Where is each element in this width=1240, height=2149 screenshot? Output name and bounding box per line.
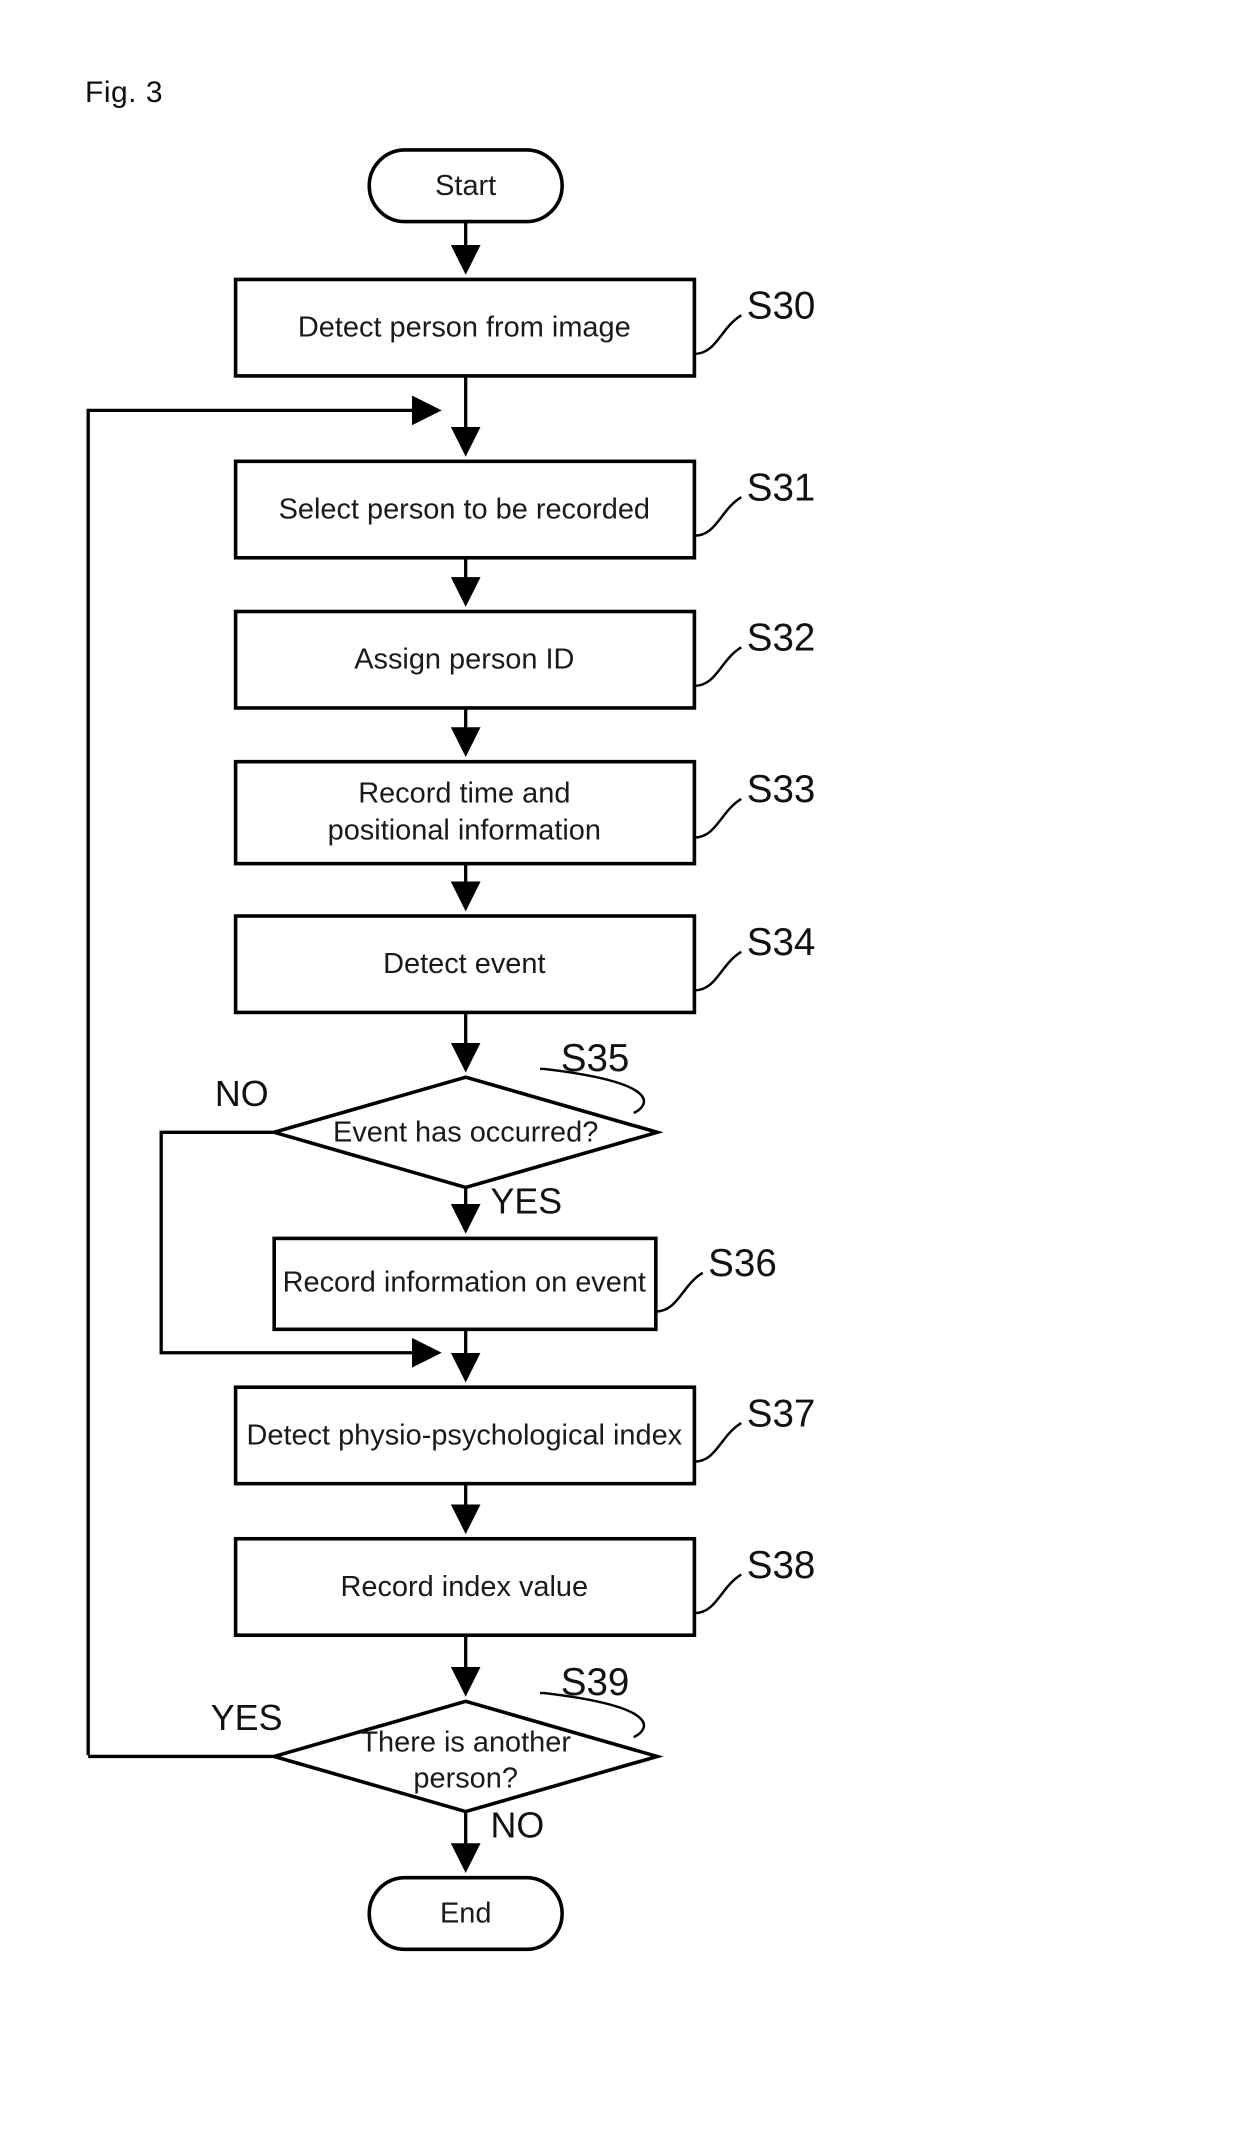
node-s36-label: Record information on event — [283, 1267, 646, 1299]
step-label-s33: S33 — [747, 768, 816, 811]
figure-title: Fig. 3 — [85, 76, 164, 109]
node-s37: Detect physio-psychological index — [233, 1385, 697, 1486]
step-label-s35: S35 — [561, 1037, 630, 1080]
node-s36: Record information on event — [272, 1236, 658, 1332]
leader-s34 — [694, 950, 742, 992]
branch-label-s35-yes: YES — [490, 1181, 562, 1221]
node-s33-label-line1: Record time and — [358, 777, 570, 809]
node-s31: Select person to be recorded — [233, 459, 697, 560]
step-label-s30: S30 — [747, 285, 816, 328]
leader-s38 — [694, 1573, 742, 1615]
node-s34: Detect event — [233, 914, 697, 1015]
node-s37-label: Detect physio-psychological index — [246, 1419, 682, 1451]
node-start: Start — [367, 148, 564, 224]
leader-s32 — [694, 646, 742, 688]
node-s32-label: Assign person ID — [354, 644, 574, 676]
node-s35: Event has occurred? — [267, 1075, 664, 1190]
node-s30: Detect person from image — [233, 277, 697, 378]
step-label-s32: S32 — [747, 617, 816, 660]
step-label-s38: S38 — [747, 1544, 816, 1587]
node-s38-label: Record index value — [341, 1571, 589, 1603]
leader-s33 — [694, 797, 742, 839]
node-s33: Record time and positional information — [233, 759, 697, 866]
step-label-s39: S39 — [561, 1661, 630, 1704]
branch-label-s35-no: NO — [215, 1074, 269, 1114]
branch-label-s39-no: NO — [490, 1806, 544, 1846]
node-s31-label: Select person to be recorded — [279, 494, 650, 526]
node-s34-label: Detect event — [383, 948, 545, 980]
node-s33-label-line2: positional information — [328, 815, 601, 847]
node-s39-label-line2: person? — [413, 1763, 518, 1795]
node-s32: Assign person ID — [233, 609, 697, 710]
node-end-label: End — [440, 1898, 491, 1930]
node-start-label: Start — [435, 170, 496, 202]
step-label-s36: S36 — [708, 1242, 777, 1285]
step-label-s31: S31 — [747, 466, 816, 509]
node-s35-label: Event has occurred? — [333, 1116, 598, 1148]
leader-s37 — [694, 1421, 742, 1463]
leader-s30 — [694, 314, 742, 356]
node-s39: There is another person? — [267, 1699, 664, 1814]
step-label-s34: S34 — [747, 921, 816, 964]
step-label-s37: S37 — [747, 1392, 816, 1435]
leader-s31 — [694, 496, 742, 537]
leader-s36 — [655, 1271, 704, 1313]
branch-label-s39-yes: YES — [211, 1698, 283, 1738]
node-s39-label-line1: There is another — [360, 1727, 571, 1759]
node-s30-label: Detect person from image — [298, 312, 631, 344]
node-s38: Record index value — [233, 1536, 697, 1637]
flowchart-canvas: Start Detect person from image S30 Selec… — [86, 148, 816, 1952]
node-end: End — [367, 1875, 564, 1952]
